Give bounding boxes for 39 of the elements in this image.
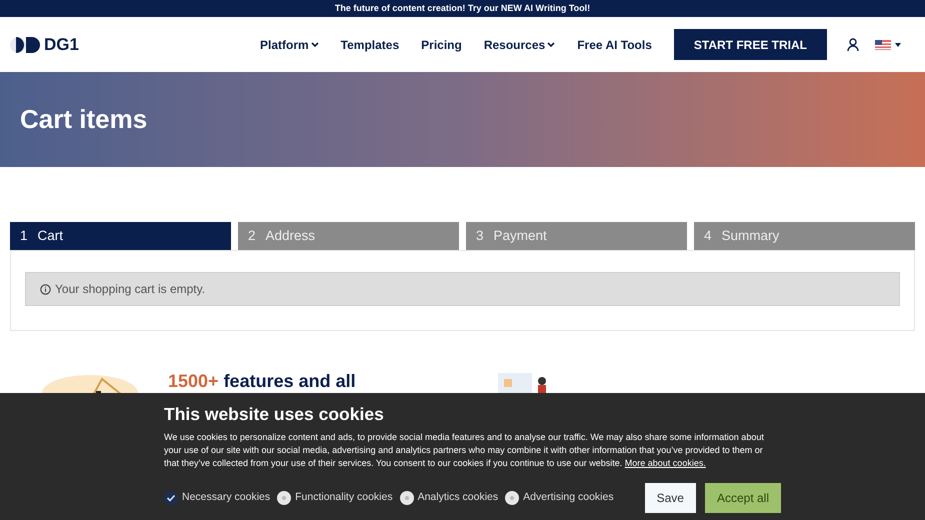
announcement-bar[interactable]: The future of content creation! Try our NEW AI Writing Tool! — [0, 0, 925, 17]
nav-link[interactable]: Free AI Tools — [577, 36, 652, 54]
cookie-option-label[interactable]: Necessary cookies — [182, 490, 270, 506]
cookie-option-label[interactable]: Advertising cookies — [523, 490, 614, 506]
logo-icon[interactable] — [10, 36, 40, 52]
nav-link[interactable]: Resources — [484, 36, 556, 54]
step-label: Cart — [38, 226, 64, 245]
step-tab[interactable]: 1 Cart — [10, 222, 231, 250]
caret-icon — [895, 42, 901, 46]
checkbox-checked[interactable] — [164, 491, 178, 505]
nav-link[interactable]: Platform — [260, 36, 319, 54]
flag-icon — [875, 40, 891, 50]
start-trial-button[interactable]: START FREE TRIAL — [674, 29, 827, 60]
step-number: 2 — [248, 226, 256, 245]
checkbox-unchecked[interactable] — [277, 491, 292, 505]
step-number: 1 — [20, 226, 28, 245]
user-icon[interactable] — [847, 38, 859, 51]
step-label: Payment — [494, 226, 547, 245]
cookie-option-label[interactable]: Functionality cookies — [295, 490, 393, 506]
page-title: Cart items — [20, 103, 148, 136]
info-icon — [40, 284, 51, 294]
step-number: 4 — [704, 226, 712, 245]
accept-all-button[interactable]: Accept all — [704, 483, 781, 513]
nav-link[interactable]: Pricing — [421, 36, 462, 54]
cookie-policy-link[interactable]: More about cookies. — [624, 458, 706, 468]
cookie-description: We use cookies to personalize content and ads, to provide social media features and to analyse our traffic. We may also share some information about your use of our site with our social media, advertising and analytics partners who may combine it with other information that you’ve provided to them or that they’ve collected from your use of their services. You consent to our cookies if you continue to use our website. More about cookies. — [164, 431, 765, 470]
cookie-option-label[interactable]: Analytics cookies — [418, 490, 498, 506]
logo-text[interactable]: DG1 — [44, 36, 79, 53]
feature-headline: 1500+ features and all — [168, 371, 356, 392]
step-number: 3 — [476, 226, 484, 245]
step-label: Address — [266, 226, 316, 245]
cookie-banner-title: This website uses cookies — [164, 403, 385, 425]
checkbox-unchecked[interactable] — [505, 491, 520, 505]
step-label: Summary — [722, 226, 780, 245]
empty-cart-message: Your shopping cart is empty. — [55, 281, 206, 298]
nav-link[interactable]: Templates — [340, 36, 400, 54]
save-button[interactable]: Save — [644, 483, 696, 513]
language-selector[interactable] — [875, 40, 901, 50]
checkbox-unchecked[interactable] — [400, 491, 414, 505]
